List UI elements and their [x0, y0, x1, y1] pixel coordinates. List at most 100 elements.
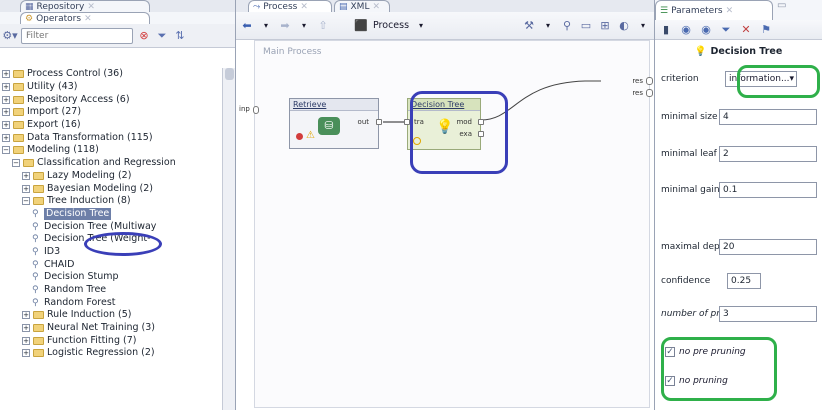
highlight-decision-tree-operator [410, 91, 508, 174]
breakpoint-icon[interactable]: ✕ [739, 23, 753, 37]
tree-folder-item[interactable]: + Logistic Regression (2) [0, 347, 221, 360]
back-arrow-icon[interactable]: ⬅ [240, 19, 254, 33]
chevron-down-icon[interactable]: ▾ [259, 19, 273, 33]
tab-repositories-label: Repository [36, 1, 85, 12]
expand-icon[interactable]: + [22, 311, 30, 320]
tree-item-label: Utility (43) [27, 81, 78, 93]
close-icon[interactable]: ✕ [372, 2, 380, 12]
tree-folder-item[interactable]: + Repository Access (6) [0, 93, 221, 106]
grid-icon[interactable]: ⊞ [598, 19, 612, 33]
tree-folder-item[interactable]: + Process Control (36) [0, 68, 221, 81]
operator-retrieve[interactable]: Retrieve ⛁ ⚠ out [289, 98, 382, 149]
number-prepruning-input[interactable] [719, 306, 817, 322]
operator-menu-icon[interactable]: ⚙▾ [2, 29, 17, 43]
tab-repositories[interactable]: ▦ Repository ✕ [20, 0, 150, 12]
retrieve-out-port-label: out [357, 118, 369, 126]
param-label: confidence [661, 276, 711, 286]
tree-operator-item[interactable]: ⚲ Decision Tree (Multiway [0, 220, 221, 233]
minimal-gain-input[interactable] [719, 182, 817, 198]
expand-icon[interactable]: + [2, 83, 10, 92]
clear-filter-icon[interactable]: ⊗ [137, 29, 151, 43]
minimize-icon[interactable]: ▭ [773, 0, 786, 20]
arrange-icon[interactable]: ▭ [579, 19, 593, 33]
expand-icon[interactable]: + [2, 95, 10, 104]
tree-folder-item[interactable]: − Tree Induction (8) [0, 195, 221, 208]
tree-item-label: Decision Tree [44, 207, 112, 220]
tab-xml[interactable]: ▤ XML ✕ [334, 0, 390, 12]
tab-operators[interactable]: ⚙ Operators ✕ [20, 12, 150, 24]
sort-icon[interactable]: ⇅ [173, 29, 187, 43]
process-input-port[interactable] [253, 106, 259, 114]
expand-icon[interactable]: + [22, 349, 30, 358]
funnel-icon[interactable]: ⏷ [155, 29, 169, 43]
expand-icon[interactable]: + [2, 133, 10, 142]
result-port-1[interactable] [646, 77, 653, 85]
tree-folder-item[interactable]: + Data Transformation (115) [0, 131, 221, 144]
tree-folder-item[interactable]: + Import (27) [0, 106, 221, 119]
filter-params-icon[interactable]: ◉ [699, 23, 713, 37]
funnel-icon[interactable]: ⏷ [719, 23, 733, 37]
expand-icon[interactable]: + [22, 324, 30, 333]
close-icon[interactable]: ✕ [87, 2, 95, 12]
auto-wire-icon[interactable]: ⚲ [560, 19, 574, 33]
tree-folder-item[interactable]: + Function Fitting (7) [0, 334, 221, 347]
chevron-down-icon[interactable]: ▾ [414, 19, 428, 33]
result-port-2[interactable] [646, 89, 653, 97]
tree-folder-item[interactable]: + Export (16) [0, 119, 221, 132]
tree-folder-item[interactable]: + Utility (43) [0, 81, 221, 94]
up-arrow-icon[interactable]: ⇧ [316, 19, 330, 33]
chevron-down-icon[interactable]: ▾ [636, 19, 650, 33]
chevron-down-icon[interactable]: ▾ [541, 19, 555, 33]
tree-folder-item[interactable]: − Classification and Regression [0, 157, 221, 170]
minimal-size-input[interactable] [719, 109, 817, 125]
tree-operator-icon: ⚲ [32, 285, 39, 296]
retrieve-out-port[interactable] [376, 119, 382, 125]
tree-operator-item[interactable]: ⚲ Random Tree [0, 284, 221, 297]
chevron-down-icon[interactable]: ▾ [297, 19, 311, 33]
expert-mode-icon[interactable]: ◉ [679, 23, 693, 37]
tree-operator-item[interactable]: ⚲ CHAID [0, 258, 221, 271]
collapse-icon[interactable]: − [12, 159, 20, 168]
close-icon[interactable]: ✕ [84, 14, 92, 24]
expand-icon[interactable]: + [2, 108, 10, 117]
tree-folder-item[interactable]: + Bayesian Modeling (2) [0, 182, 221, 195]
tab-process[interactable]: ⤳ Process ✕ [248, 0, 332, 12]
operator-info-icon[interactable]: ▮ [659, 23, 673, 37]
tab-parameters[interactable]: ☰ Parameters ✕ [655, 0, 773, 20]
tree-operator-item[interactable]: ⚲ Decision Stump [0, 271, 221, 284]
maximal-depth-input[interactable] [719, 239, 817, 255]
tree-operator-item[interactable]: ⚲ Decision Tree [0, 207, 221, 221]
expand-icon[interactable]: + [2, 70, 10, 79]
close-icon[interactable]: ✕ [300, 2, 308, 12]
tree-item-label: Neural Net Training (3) [47, 322, 156, 334]
expand-icon[interactable]: + [22, 171, 30, 180]
folder-icon [33, 349, 44, 358]
layout-icon[interactable]: ◐ [617, 19, 631, 33]
forward-arrow-icon[interactable]: ➡ [278, 19, 292, 33]
confidence-input[interactable] [727, 273, 761, 289]
tree-folder-item[interactable]: + Lazy Modeling (2) [0, 170, 221, 183]
expand-icon[interactable]: + [2, 121, 10, 130]
tree-operator-item[interactable]: ⚲ Random Forest [0, 296, 221, 309]
options-icon[interactable]: ⚑ [759, 23, 773, 37]
tree-item-label: Modeling (118) [27, 144, 99, 156]
process-breadcrumb-button[interactable]: Process [373, 20, 409, 31]
tree-folder-item[interactable]: − Modeling (118) [0, 144, 221, 157]
tree-folder-item[interactable]: + Neural Net Training (3) [0, 322, 221, 335]
wand-icon[interactable]: ⚒ [522, 19, 536, 33]
tree-folder-item[interactable]: + Rule Induction (5) [0, 309, 221, 322]
tree-scroll-thumb[interactable] [225, 68, 234, 80]
close-icon[interactable]: ✕ [726, 6, 734, 16]
param-row-minimal-size: minimal size f... [661, 108, 818, 126]
collapse-icon[interactable]: − [2, 146, 10, 155]
minimal-leaf-input[interactable] [719, 146, 817, 162]
expand-icon[interactable]: + [22, 184, 30, 193]
expand-icon[interactable]: + [22, 336, 30, 345]
folder-icon [33, 197, 44, 206]
tab-parameters-label: Parameters [671, 5, 723, 16]
tree-scrollbar[interactable] [222, 68, 235, 410]
collapse-icon[interactable]: − [22, 197, 30, 206]
filter-input[interactable] [21, 27, 133, 44]
highlight-decision-tree-list-item [84, 232, 162, 256]
highlight-criterion-select [737, 65, 820, 98]
